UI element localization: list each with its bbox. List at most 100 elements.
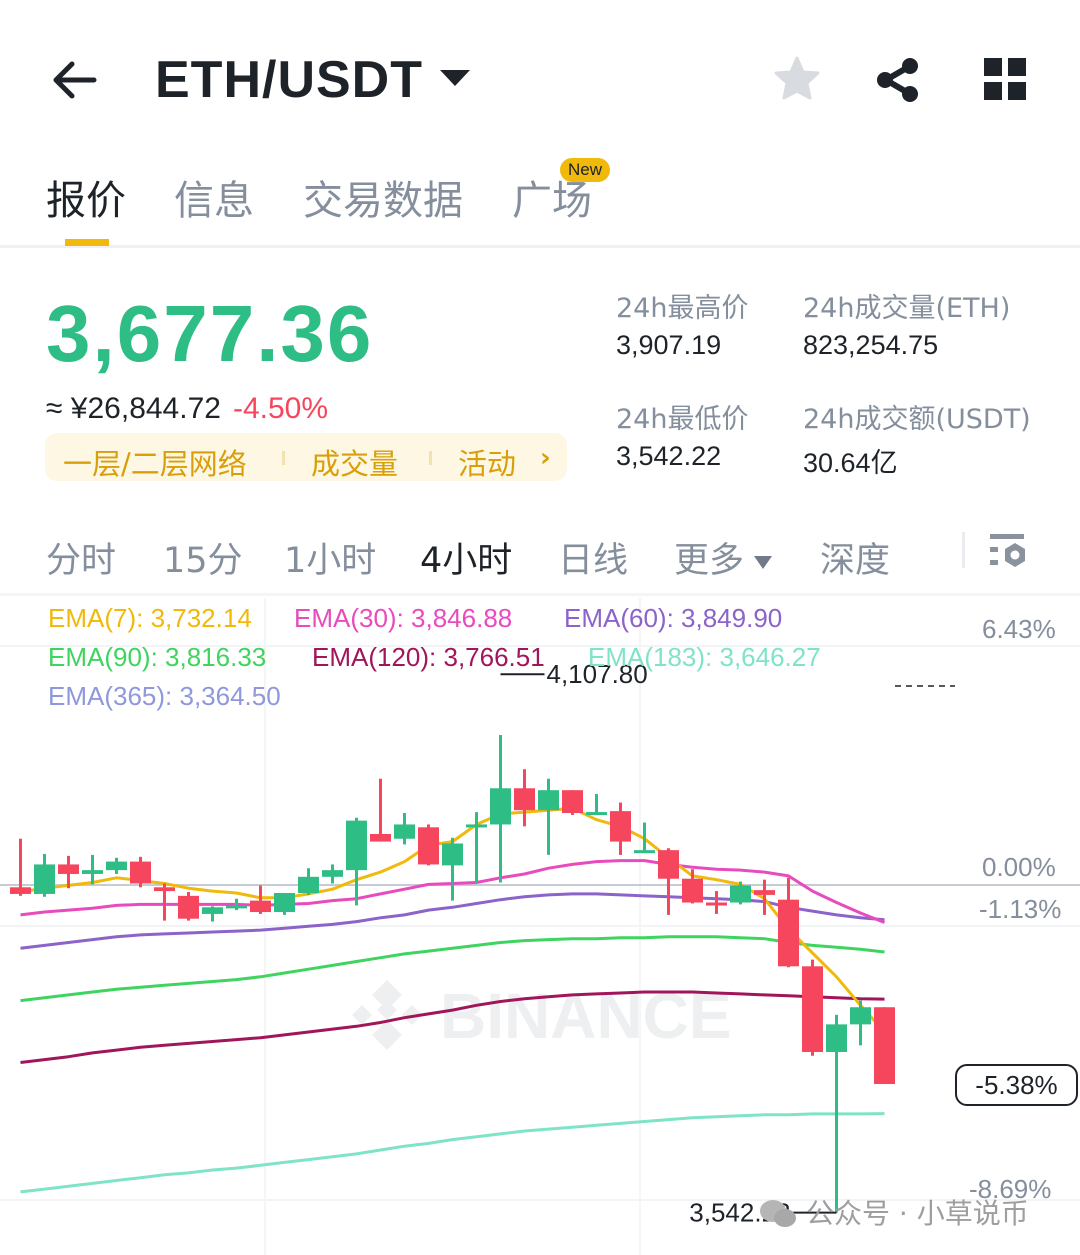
legend-ema120: EMA(120): 3,766.51 bbox=[312, 642, 545, 672]
candle-body bbox=[418, 827, 439, 865]
caret-down-icon[interactable] bbox=[440, 70, 470, 86]
candle bbox=[802, 959, 823, 1056]
pair-title[interactable]: ETH/USDT bbox=[155, 50, 423, 110]
legend-ema7: EMA(7): 3,732.14 bbox=[48, 603, 252, 633]
candle-body bbox=[226, 905, 247, 909]
candle bbox=[394, 813, 415, 845]
high-label: 24h最高价 bbox=[616, 293, 749, 324]
interval-divider bbox=[962, 532, 965, 568]
candle-body bbox=[754, 890, 775, 895]
last-price: 3,677.36 bbox=[46, 289, 374, 378]
axis-label-top: 6.43% bbox=[982, 614, 1056, 644]
tag-activity[interactable]: 活动 bbox=[458, 441, 516, 483]
candle-body bbox=[778, 899, 799, 967]
interval-more[interactable]: 更多 bbox=[674, 532, 773, 583]
candle-body bbox=[394, 824, 415, 839]
legend-ema60: EMA(60): 3,849.90 bbox=[564, 603, 783, 633]
candle-body bbox=[274, 892, 295, 913]
candle bbox=[346, 817, 367, 906]
candle-body bbox=[730, 885, 751, 903]
wechat-icon bbox=[760, 1200, 796, 1227]
interval-1h[interactable]: 1小时 bbox=[284, 532, 376, 583]
tag-divider bbox=[282, 451, 285, 465]
new-badge: New bbox=[560, 158, 611, 182]
candle bbox=[322, 864, 343, 884]
candle-body bbox=[706, 902, 727, 906]
candle-body bbox=[682, 878, 703, 903]
tab-trading-data[interactable]: 交易数据 bbox=[303, 168, 463, 226]
candle-body bbox=[106, 861, 127, 871]
volume-eth-label: 24h成交量(ETH) bbox=[803, 293, 1011, 324]
interval-timeline[interactable]: 分时 bbox=[46, 532, 116, 583]
candle-body bbox=[250, 900, 271, 913]
candle-body bbox=[490, 788, 511, 825]
tag-divider bbox=[429, 451, 432, 465]
interval-bar: 分时 15分 1小时 4小时 日线 更多 深度 bbox=[0, 510, 1080, 596]
candle-body bbox=[82, 870, 103, 874]
volume-usdt-label: 24h成交额(USDT) bbox=[803, 404, 1031, 435]
active-tab-indicator bbox=[65, 239, 109, 246]
tag-layer[interactable]: 一层/二层网络 bbox=[63, 441, 247, 483]
main-tabs: 报价 信息 交易数据 广场 New bbox=[0, 150, 1080, 248]
candle bbox=[250, 885, 271, 914]
candle bbox=[370, 778, 391, 842]
candle bbox=[586, 793, 607, 816]
high-value: 3,907.19 bbox=[616, 330, 722, 360]
grid-icon[interactable] bbox=[984, 58, 1026, 100]
candle-body bbox=[514, 788, 535, 811]
candle-body bbox=[370, 833, 391, 842]
candle bbox=[610, 802, 631, 855]
candle bbox=[634, 822, 655, 854]
candle-body bbox=[10, 887, 31, 894]
candle-body bbox=[802, 966, 823, 1052]
candle-body bbox=[154, 887, 175, 892]
tag-bar[interactable]: 一层/二层网络 成交量 活动 › bbox=[45, 433, 567, 481]
candle-body bbox=[850, 1007, 871, 1025]
candle-body bbox=[322, 870, 343, 877]
ema-line-ema183 bbox=[20, 1112, 885, 1194]
candle bbox=[418, 824, 439, 866]
candle bbox=[538, 778, 559, 855]
interval-15m[interactable]: 15分 bbox=[163, 532, 243, 583]
candle bbox=[274, 892, 295, 915]
candle bbox=[106, 857, 127, 874]
candle-body bbox=[562, 790, 583, 814]
low-value: 3,542.22 bbox=[616, 441, 722, 471]
chart-settings-icon[interactable] bbox=[988, 532, 1028, 572]
candle bbox=[34, 853, 55, 897]
interval-1d[interactable]: 日线 bbox=[558, 532, 628, 583]
candle bbox=[442, 837, 463, 901]
candle-body bbox=[130, 861, 151, 884]
candle bbox=[10, 838, 31, 896]
chevron-right-icon[interactable]: › bbox=[540, 443, 551, 473]
candle-body bbox=[610, 811, 631, 842]
candle bbox=[130, 856, 151, 888]
candle-body bbox=[202, 907, 223, 914]
binance-logo-icon bbox=[352, 980, 422, 1050]
candle bbox=[682, 869, 703, 904]
interval-4h[interactable]: 4小时 bbox=[420, 532, 512, 583]
candle-body bbox=[346, 820, 367, 871]
interval-depth[interactable]: 深度 bbox=[820, 532, 890, 583]
back-arrow-icon[interactable] bbox=[50, 58, 100, 102]
candle bbox=[202, 906, 223, 922]
annotations: 4,107.803,542.22 bbox=[500, 659, 955, 1228]
candle bbox=[706, 891, 727, 914]
candle bbox=[778, 877, 799, 968]
interval-more-label: 更多 bbox=[674, 541, 745, 581]
candle-body bbox=[58, 864, 79, 874]
share-icon[interactable] bbox=[874, 56, 922, 104]
candle bbox=[562, 790, 583, 815]
volume-usdt-value: 30.64亿 bbox=[803, 448, 898, 478]
legend-ema365: EMA(365): 3,364.50 bbox=[48, 681, 281, 711]
tab-quote[interactable]: 报价 bbox=[46, 168, 126, 226]
top-bar: ETH/USDT bbox=[0, 40, 1080, 120]
candle bbox=[514, 769, 535, 827]
candle-body bbox=[34, 864, 55, 894]
tab-info[interactable]: 信息 bbox=[174, 168, 254, 226]
tag-volume[interactable]: 成交量 bbox=[311, 441, 398, 483]
candle bbox=[178, 892, 199, 921]
candle-body bbox=[586, 812, 607, 816]
candle-body bbox=[538, 790, 559, 811]
star-icon[interactable] bbox=[772, 54, 822, 104]
